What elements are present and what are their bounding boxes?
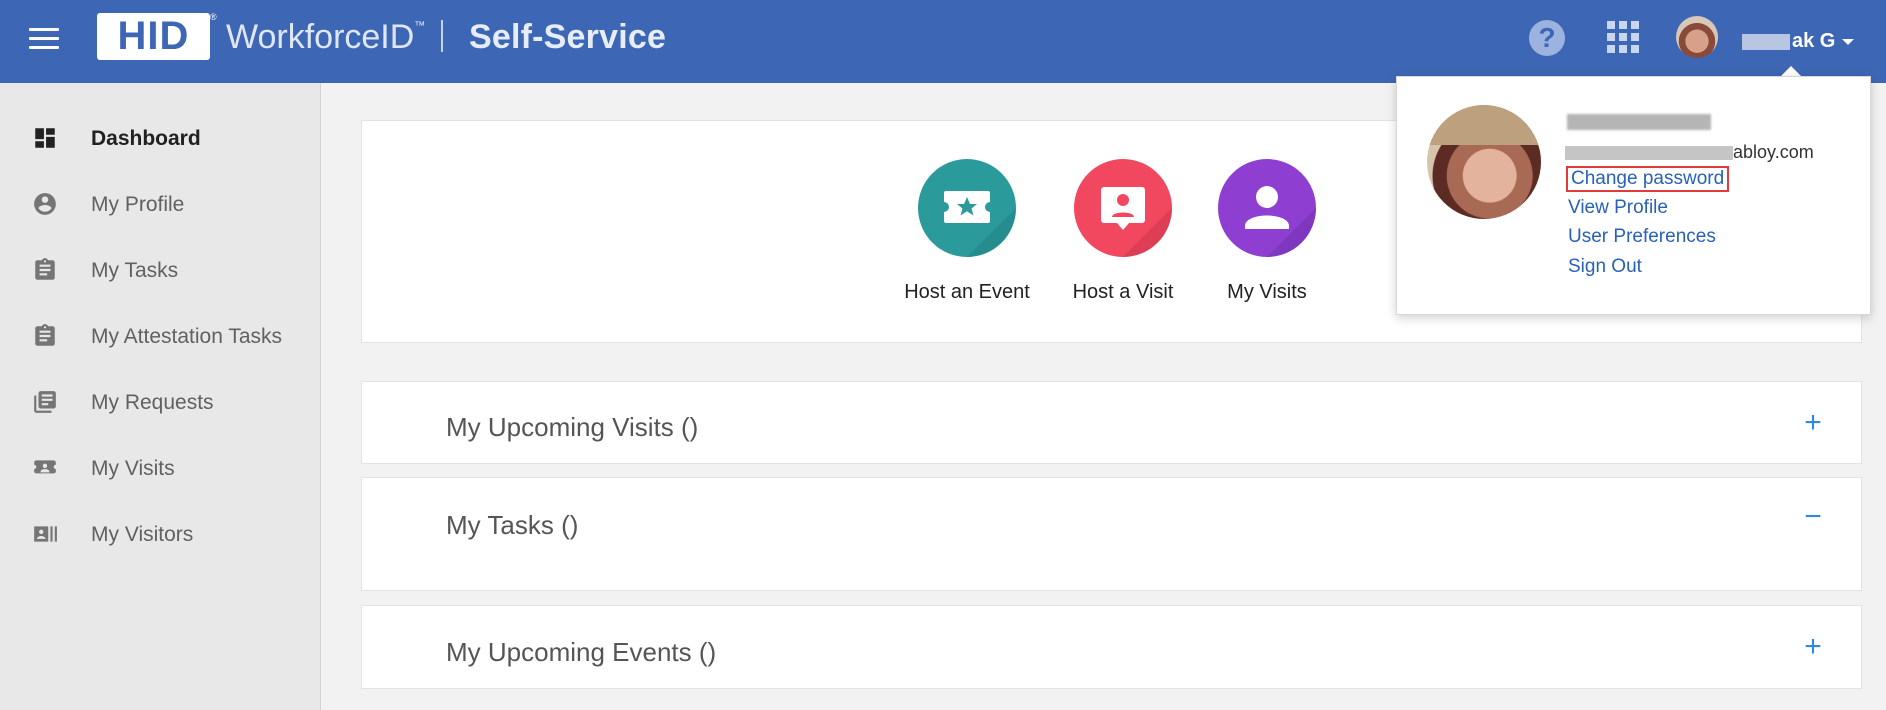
caret-down-icon[interactable] (1842, 39, 1854, 45)
host-visit-action[interactable]: Host a Visit (1043, 159, 1203, 304)
badge-icon (34, 460, 56, 474)
sign-out-link[interactable]: Sign Out (1568, 256, 1642, 278)
menu-icon[interactable] (29, 28, 59, 54)
sidebar-item-my-profile[interactable]: My Profile (0, 179, 320, 229)
sidebar-item-my-visitors[interactable]: My Visitors (0, 509, 320, 559)
top-app-bar: HID ® WorkforceID™ Self-Service ? ak G (0, 0, 1886, 83)
help-icon[interactable]: ? (1529, 20, 1565, 56)
person-badge-icon (1074, 159, 1172, 257)
host-visit-label: Host a Visit (1072, 281, 1174, 303)
user-menu-dropdown: abloy.com Change password View Profile U… (1396, 76, 1871, 315)
host-event-action[interactable]: Host an Event (887, 159, 1047, 304)
collapse-minus-icon[interactable]: − (1797, 500, 1829, 534)
redacted-email (1565, 146, 1733, 161)
hid-logo: HID (97, 13, 210, 60)
user-preferences-link[interactable]: User Preferences (1568, 226, 1716, 248)
expand-plus-icon[interactable]: + (1797, 406, 1829, 440)
ticket-star-icon (918, 159, 1016, 257)
person-icon (1218, 159, 1316, 257)
app-name: Self-Service (469, 18, 667, 56)
profile-photo (1427, 105, 1541, 219)
user-avatar[interactable] (1676, 16, 1718, 58)
expand-plus-icon[interactable]: + (1797, 630, 1829, 664)
view-profile-link[interactable]: View Profile (1568, 197, 1668, 219)
redacted-name (1742, 33, 1790, 50)
logo-trademark: ® (210, 12, 217, 22)
sidebar-nav: Dashboard My Profile My Tasks My Attesta… (0, 83, 321, 710)
host-event-label: Host an Event (904, 281, 1030, 303)
user-email: abloy.com (1565, 142, 1814, 163)
user-menu-toggle[interactable]: ak G (1742, 30, 1835, 53)
change-password-link[interactable]: Change password (1566, 166, 1730, 192)
apps-grid-icon[interactable] (1607, 21, 1639, 53)
sidebar-item-dashboard[interactable]: Dashboard (0, 113, 320, 163)
clipboard-icon (35, 258, 55, 280)
my-tasks-panel: My Tasks () − (361, 477, 1862, 591)
sidebar-item-my-tasks[interactable]: My Tasks (0, 245, 320, 295)
my-visits-label: My Visits (1227, 281, 1307, 303)
contacts-icon (34, 526, 57, 542)
upcoming-events-title: My Upcoming Events () (446, 637, 717, 667)
dashboard-icon (35, 128, 55, 148)
product-name: WorkforceID™ (226, 18, 426, 56)
account-circle-icon (34, 193, 56, 215)
sidebar-item-my-visits[interactable]: My Visits (0, 443, 320, 493)
my-visits-action[interactable]: My Visits (1187, 159, 1347, 304)
my-tasks-title: My Tasks () (446, 510, 579, 540)
library-books-icon (34, 391, 56, 413)
brand-divider (441, 20, 443, 52)
upcoming-events-panel: My Upcoming Events () + (361, 605, 1862, 689)
clipboard-icon (35, 324, 55, 346)
upcoming-visits-panel: My Upcoming Visits () + (361, 381, 1862, 464)
upcoming-visits-title: My Upcoming Visits () (446, 412, 699, 442)
redacted-full-name (1567, 114, 1711, 130)
sidebar-item-my-attestation-tasks[interactable]: My Attestation Tasks (0, 311, 320, 361)
sidebar-item-my-requests[interactable]: My Requests (0, 377, 320, 427)
